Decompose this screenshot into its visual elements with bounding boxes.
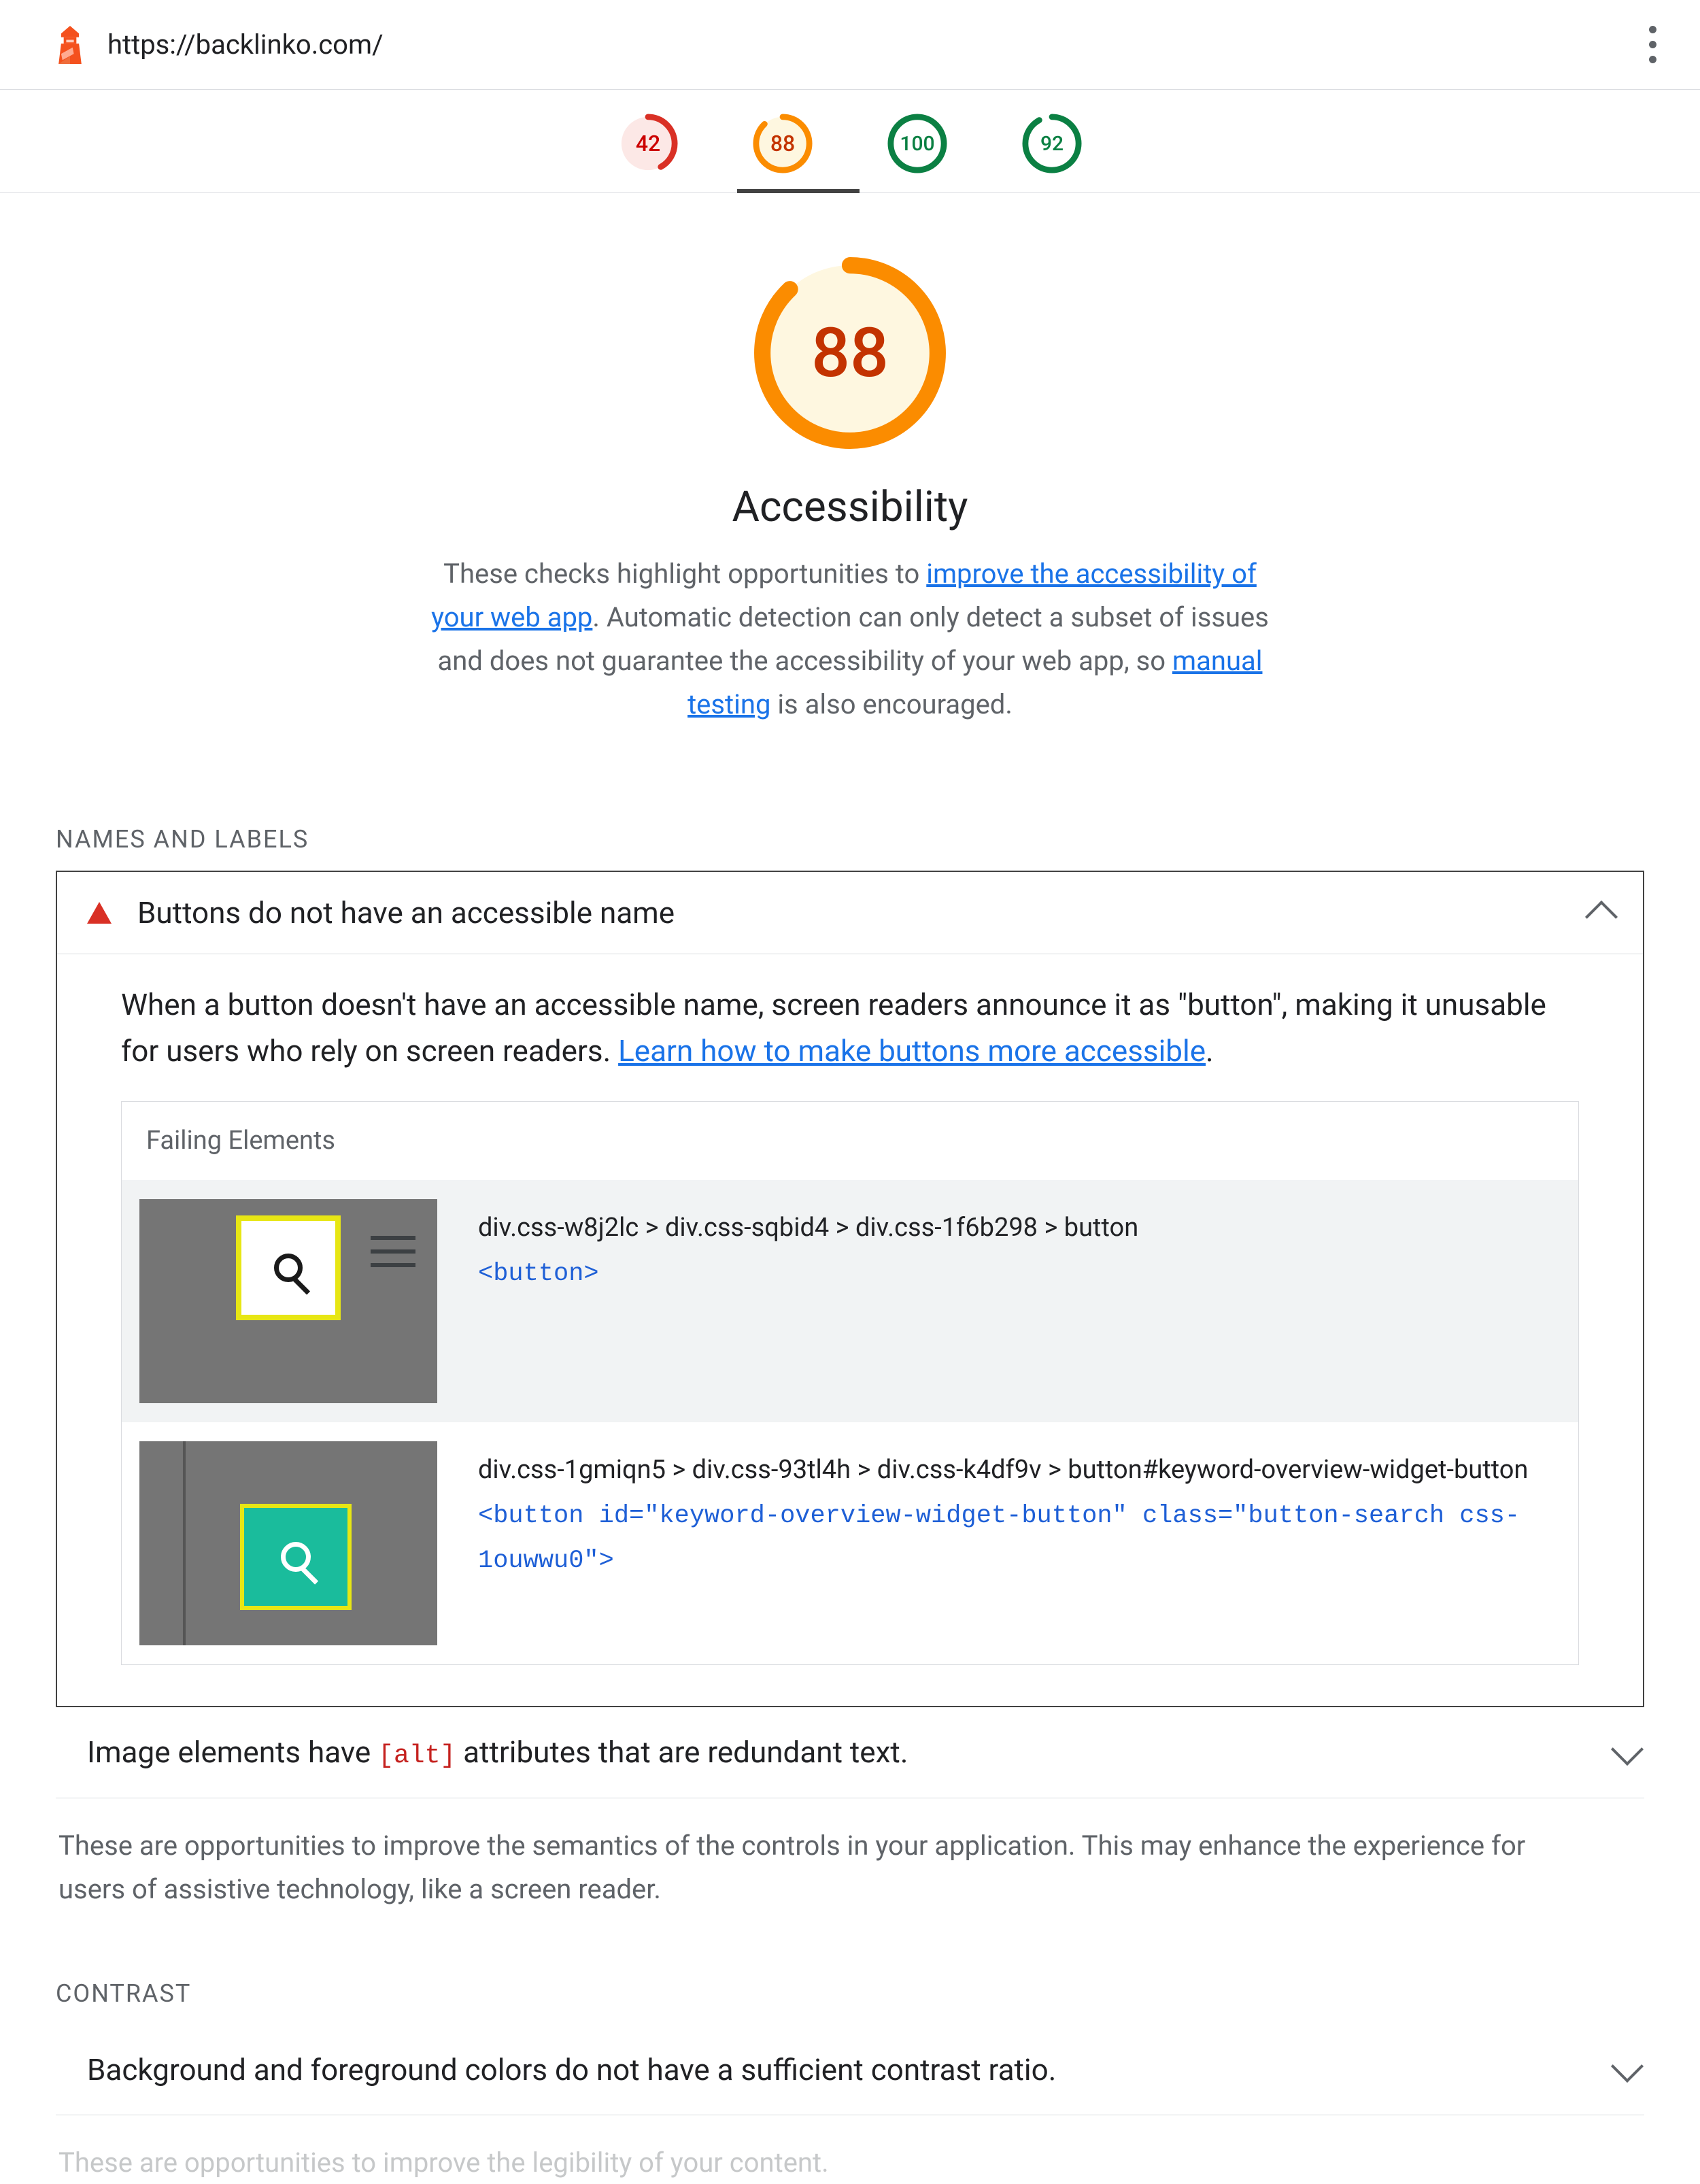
chevron-down-icon — [1611, 2050, 1644, 2083]
group-note-contrast: These are opportunities to improve the l… — [56, 2115, 1586, 2184]
category-title: Accessibility — [0, 482, 1700, 532]
gauge-accessibility[interactable]: 88 — [753, 114, 813, 173]
active-tab-indicator — [737, 189, 860, 193]
gauge-seo[interactable]: 92 — [1022, 114, 1082, 173]
chevron-up-icon — [1585, 901, 1618, 933]
gauge-performance[interactable]: 42 — [618, 114, 678, 173]
audit-toggle-button-name[interactable]: Buttons do not have an accessible name — [57, 872, 1643, 954]
page-url: https://backlinko.com/ — [107, 29, 384, 61]
audit-toggle-image-alt[interactable]: Image elements have [alt] attributes tha… — [56, 1707, 1644, 1798]
audit-body: When a button doesn't have an accessible… — [57, 954, 1643, 1706]
url-bar: https://backlinko.com/ — [0, 0, 1700, 90]
audit-button-name: Buttons do not have an accessible name W… — [56, 871, 1644, 1707]
group-contrast: CONTRAST Background and foreground color… — [0, 1911, 1700, 2184]
group-heading: NAMES AND LABELS — [56, 757, 1644, 871]
element-thumbnail — [139, 1199, 437, 1403]
link-learn-buttons[interactable]: Learn how to make buttons more accessibl… — [618, 1033, 1206, 1069]
audit-toggle-color-contrast[interactable]: Background and foreground colors do not … — [56, 2025, 1644, 2115]
failing-elements-table: Failing Elements div.css-w8j2lc > div.cs… — [121, 1101, 1579, 1665]
fail-triangle-icon — [87, 902, 112, 924]
more-menu-button[interactable] — [1646, 19, 1659, 70]
group-names-and-labels: NAMES AND LABELS Buttons do not have an … — [0, 757, 1700, 1911]
element-thumbnail — [139, 1441, 437, 1645]
gauge-best-practices[interactable]: 100 — [887, 114, 947, 173]
group-heading: CONTRAST — [56, 1911, 1644, 2025]
big-gauge-accessibility: 88 — [751, 254, 949, 452]
category-description: These checks highlight opportunities to … — [422, 552, 1278, 726]
failing-element-row[interactable]: div.css-1gmiqn5 > div.css-93tl4h > div.c… — [122, 1422, 1578, 1664]
chevron-down-icon — [1611, 1733, 1644, 1766]
group-note-names: These are opportunities to improve the s… — [56, 1798, 1586, 1911]
accessibility-hero: 88 Accessibility These checks highlight … — [0, 193, 1700, 757]
category-gauge-row: 42 88 100 92 — [0, 90, 1700, 193]
lighthouse-icon — [54, 26, 86, 64]
failing-element-row[interactable]: div.css-w8j2lc > div.css-sqbid4 > div.cs… — [122, 1180, 1578, 1422]
